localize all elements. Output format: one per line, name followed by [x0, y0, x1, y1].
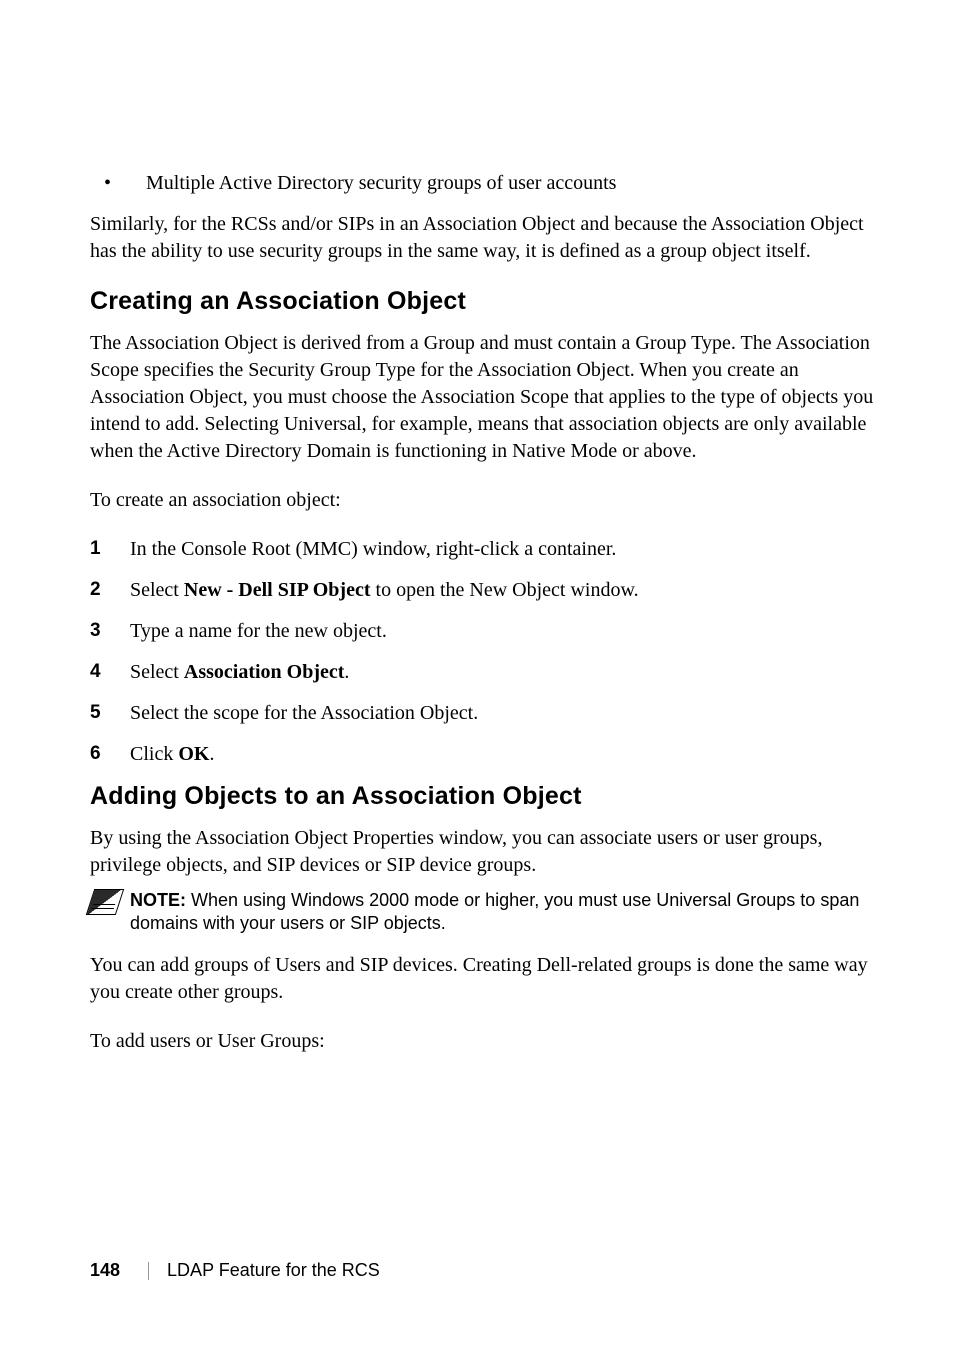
- section2-leadin: To add users or User Groups:: [90, 1028, 874, 1055]
- bullet-marker: •: [90, 170, 146, 197]
- step-post: .: [344, 661, 349, 683]
- footer-divider: [148, 1262, 149, 1280]
- step-3: 3 Type a name for the new object.: [90, 618, 874, 645]
- bullet-item: • Multiple Active Directory security gro…: [90, 170, 874, 197]
- step-number: 5: [90, 700, 130, 727]
- heading-adding-objects: Adding Objects to an Association Object: [90, 782, 874, 811]
- page-container: • Multiple Active Directory security gro…: [0, 0, 954, 1351]
- step-text: Select New - Dell SIP Object to open the…: [130, 577, 874, 604]
- step-bold: New - Dell SIP Object: [184, 579, 371, 601]
- step-pre: Click: [130, 743, 178, 765]
- step-text: Type a name for the new object.: [130, 618, 874, 645]
- step-2: 2 Select New - Dell SIP Object to open t…: [90, 577, 874, 604]
- step-text: Select Association Object.: [130, 659, 874, 686]
- step-post: to open the New Object window.: [371, 579, 639, 601]
- step-pre: Select: [130, 661, 184, 683]
- note-text: NOTE: When using Windows 2000 mode or hi…: [130, 889, 874, 934]
- step-text: Select the scope for the Association Obj…: [130, 700, 874, 727]
- step-bold: OK: [178, 743, 209, 765]
- step-pre: Type a name for the new object.: [130, 620, 387, 642]
- page-footer: 148 LDAP Feature for the RCS: [90, 1260, 380, 1281]
- section1-paragraph: The Association Object is derived from a…: [90, 330, 874, 465]
- step-number: 4: [90, 659, 130, 686]
- step-number: 1: [90, 536, 130, 563]
- heading-creating-association: Creating an Association Object: [90, 287, 874, 316]
- page-number: 148: [90, 1260, 120, 1281]
- step-text: Click OK.: [130, 741, 874, 768]
- step-6: 6 Click OK.: [90, 741, 874, 768]
- step-number: 6: [90, 741, 130, 768]
- step-bold: Association Object: [184, 661, 345, 683]
- step-5: 5 Select the scope for the Association O…: [90, 700, 874, 727]
- bullet-text: Multiple Active Directory security group…: [146, 170, 874, 197]
- section2-paragraph-2: You can add groups of Users and SIP devi…: [90, 952, 874, 1006]
- step-number: 3: [90, 618, 130, 645]
- intro-paragraph: Similarly, for the RCSs and/or SIPs in a…: [90, 211, 874, 265]
- step-4: 4 Select Association Object.: [90, 659, 874, 686]
- note-icon: [90, 889, 130, 934]
- step-post: .: [209, 743, 214, 765]
- section2-paragraph: By using the Association Object Properti…: [90, 825, 874, 879]
- section1-leadin: To create an association object:: [90, 487, 874, 514]
- footer-title: LDAP Feature for the RCS: [167, 1260, 380, 1281]
- step-number: 2: [90, 577, 130, 604]
- step-pre: In the Console Root (MMC) window, right-…: [130, 538, 616, 560]
- note-body: When using Windows 2000 mode or higher, …: [130, 890, 859, 933]
- note-block: NOTE: When using Windows 2000 mode or hi…: [90, 889, 874, 934]
- step-pre: Select the scope for the Association Obj…: [130, 702, 478, 724]
- step-pre: Select: [130, 579, 184, 601]
- note-label: NOTE:: [130, 890, 191, 910]
- step-1: 1 In the Console Root (MMC) window, righ…: [90, 536, 874, 563]
- step-text: In the Console Root (MMC) window, right-…: [130, 536, 874, 563]
